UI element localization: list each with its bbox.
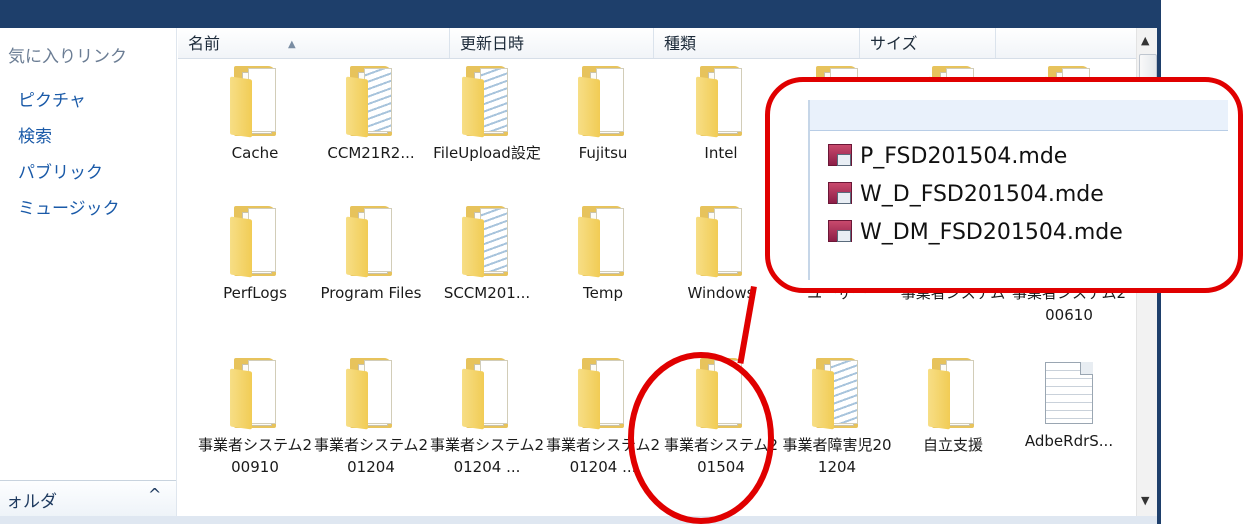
folders-label: ォルダ (6, 492, 57, 512)
folder-item[interactable]: 事業者システム201204 (312, 356, 430, 478)
folder-item[interactable]: 事業者システム200910 (196, 356, 314, 478)
folder-item[interactable]: FileUpload設定 (428, 64, 546, 164)
status-strip (0, 516, 1157, 524)
column-header-name[interactable]: 名前 ▲ (178, 28, 450, 58)
folder-icon (576, 64, 630, 138)
callout-header (808, 100, 1228, 131)
file-name: P_FSD201504.mde (860, 144, 1068, 169)
folder-icon (228, 356, 282, 430)
zoom-callout: P_FSD201504.mde W_D_FSD201504.mde W_DM_F… (765, 77, 1243, 293)
access-mde-icon (828, 220, 852, 242)
file-item[interactable]: AdbeRdrS... (1010, 356, 1128, 452)
folder-icon (344, 356, 398, 430)
folder-icon (576, 204, 630, 278)
access-mde-icon (828, 144, 852, 166)
folder-item[interactable]: 自立支援 (894, 356, 1012, 456)
folder-item[interactable]: Temp (544, 204, 662, 304)
file-item[interactable]: W_D_FSD201504.mde (828, 182, 1104, 207)
folder-item[interactable]: Windows (662, 204, 780, 304)
scroll-up-icon[interactable]: ▲ (1141, 34, 1149, 47)
favorite-links-heading: 気に入りリンク (8, 47, 127, 67)
folder-icon (694, 204, 748, 278)
folder-icon (460, 356, 514, 430)
highlight-circle (628, 352, 774, 524)
folder-item[interactable]: Intel (662, 64, 780, 164)
item-label: Program Files (320, 284, 422, 302)
nav-link-public[interactable]: パブリック (18, 158, 103, 183)
column-name-label: 名前 (188, 34, 221, 53)
column-header-bar: 名前 ▲ 更新日時 種類 サイズ (178, 28, 1136, 59)
folder-item[interactable]: Fujitsu (544, 64, 662, 164)
item-label: 事業者システム201204 ... (429, 436, 545, 476)
folder-icon (926, 356, 980, 430)
file-name: W_D_FSD201504.mde (860, 182, 1104, 207)
folder-item[interactable]: 事業者障害児201204 (778, 356, 896, 478)
column-header-type[interactable]: 種類 (654, 28, 860, 58)
folder-item[interactable]: SCCM201... (428, 204, 546, 304)
item-label: 事業者障害児201204 (782, 436, 892, 476)
column-header-size[interactable]: サイズ (860, 28, 996, 58)
folder-icon (810, 356, 864, 430)
file-item[interactable]: W_DM_FSD201504.mde (828, 220, 1123, 245)
callout-divider (808, 100, 810, 280)
scroll-down-icon[interactable]: ▼ (1141, 494, 1149, 507)
sort-ascending-icon: ▲ (288, 39, 296, 50)
folders-toggle[interactable]: ォルダ ^ (0, 480, 176, 517)
item-label: Cache (231, 144, 279, 162)
file-name: W_DM_FSD201504.mde (860, 220, 1123, 245)
folder-icon (344, 64, 398, 138)
file-item[interactable]: P_FSD201504.mde (828, 144, 1067, 169)
folder-icon (344, 204, 398, 278)
item-label: AdbeRdrS... (1024, 432, 1114, 450)
item-label: 事業者システム200910 (197, 436, 313, 476)
nav-link-search[interactable]: 検索 (18, 122, 52, 147)
folder-item[interactable]: 事業者システム201204 ... (428, 356, 546, 478)
item-label: Temp (583, 284, 623, 302)
nav-link-pictures[interactable]: ピクチャ (18, 86, 86, 111)
item-label: 自立支援 (922, 436, 983, 454)
folder-item[interactable]: CCM21R2... (312, 64, 430, 164)
nav-link-music[interactable]: ミュージック (18, 194, 120, 219)
access-mde-icon (828, 182, 852, 204)
item-label: 事業者システム201204 (313, 436, 429, 476)
item-label: FileUpload設定 (433, 144, 541, 162)
folder-icon (228, 64, 282, 138)
folder-item[interactable]: Cache (196, 64, 314, 164)
item-label: PerfLogs (223, 284, 287, 302)
item-label: CCM21R2... (327, 144, 415, 162)
folder-icon (460, 204, 514, 278)
folder-icon (228, 204, 282, 278)
folder-icon (460, 64, 514, 138)
folder-item[interactable]: Program Files (312, 204, 430, 304)
navigation-pane: 気に入りリンク ピクチャ 検索 パブリック ミュージック ォルダ ^ (0, 28, 177, 517)
folder-item[interactable]: PerfLogs (196, 204, 314, 304)
item-label: Intel (704, 144, 738, 162)
item-label: Fujitsu (578, 144, 628, 162)
document-icon (1045, 362, 1093, 424)
window-title-bar (0, 0, 1243, 28)
column-header-modified[interactable]: 更新日時 (450, 28, 654, 58)
item-label: SCCM201... (443, 284, 531, 302)
chevron-up-icon: ^ (148, 485, 162, 504)
item-label: Windows (687, 284, 755, 302)
folder-icon (694, 64, 748, 138)
folder-icon (576, 356, 630, 430)
